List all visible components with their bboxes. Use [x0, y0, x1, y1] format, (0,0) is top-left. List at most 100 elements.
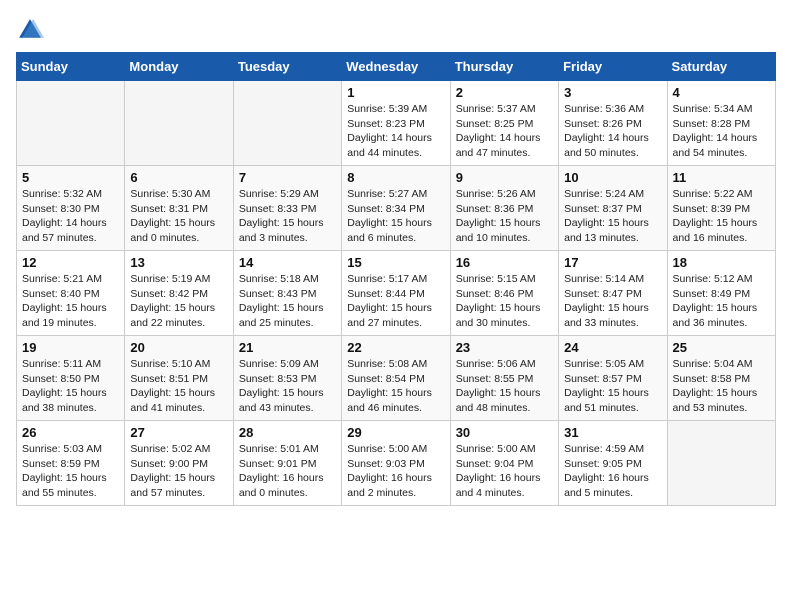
calendar: SundayMondayTuesdayWednesdayThursdayFrid…	[16, 52, 776, 506]
day-number: 13	[130, 255, 227, 270]
day-number: 12	[22, 255, 119, 270]
day-info: Sunrise: 5:37 AM Sunset: 8:25 PM Dayligh…	[456, 102, 553, 161]
week-row-1: 1 Sunrise: 5:39 AM Sunset: 8:23 PM Daylig…	[17, 81, 776, 166]
day-info: Sunrise: 5:24 AM Sunset: 8:37 PM Dayligh…	[564, 187, 661, 246]
day-cell: 1 Sunrise: 5:39 AM Sunset: 8:23 PM Daylig…	[342, 81, 450, 166]
day-cell	[125, 81, 233, 166]
day-number: 8	[347, 170, 444, 185]
day-number: 4	[673, 85, 770, 100]
day-number: 25	[673, 340, 770, 355]
day-cell: 9 Sunrise: 5:26 AM Sunset: 8:36 PM Daylig…	[450, 166, 558, 251]
day-number: 18	[673, 255, 770, 270]
day-number: 11	[673, 170, 770, 185]
day-number: 7	[239, 170, 336, 185]
day-info: Sunrise: 5:19 AM Sunset: 8:42 PM Dayligh…	[130, 272, 227, 331]
day-cell: 18 Sunrise: 5:12 AM Sunset: 8:49 PM Dayli…	[667, 251, 775, 336]
day-info: Sunrise: 5:03 AM Sunset: 8:59 PM Dayligh…	[22, 442, 119, 501]
day-info: Sunrise: 5:27 AM Sunset: 8:34 PM Dayligh…	[347, 187, 444, 246]
page-header	[16, 16, 776, 44]
day-number: 28	[239, 425, 336, 440]
day-cell: 6Sunrise: 5:30 AM Sunset: 8:31 PM Daylig…	[125, 166, 233, 251]
day-info: Sunrise: 5:04 AM Sunset: 8:58 PM Dayligh…	[673, 357, 770, 416]
day-info: Sunrise: 5:22 AM Sunset: 8:39 PM Dayligh…	[673, 187, 770, 246]
day-cell: 4 Sunrise: 5:34 AM Sunset: 8:28 PM Daylig…	[667, 81, 775, 166]
day-info: Sunrise: 5:12 AM Sunset: 8:49 PM Dayligh…	[673, 272, 770, 331]
weekday-header-tuesday: Tuesday	[233, 53, 341, 81]
day-cell: 5 Sunrise: 5:32 AM Sunset: 8:30 PM Daylig…	[17, 166, 125, 251]
day-cell: 20 Sunrise: 5:10 AM Sunset: 8:51 PM Dayli…	[125, 336, 233, 421]
day-info: Sunrise: 5:29 AM Sunset: 8:33 PM Dayligh…	[239, 187, 336, 246]
day-number: 2	[456, 85, 553, 100]
day-number: 21	[239, 340, 336, 355]
day-cell: 30 Sunrise: 5:00 AM Sunset: 9:04 PM Dayli…	[450, 421, 558, 506]
day-cell: 29 Sunrise: 5:00 AM Sunset: 9:03 PM Dayli…	[342, 421, 450, 506]
day-number: 29	[347, 425, 444, 440]
day-info: Sunrise: 5:39 AM Sunset: 8:23 PM Dayligh…	[347, 102, 444, 161]
day-number: 10	[564, 170, 661, 185]
day-cell	[233, 81, 341, 166]
day-cell: 14 Sunrise: 5:18 AM Sunset: 8:43 PM Dayli…	[233, 251, 341, 336]
day-number: 20	[130, 340, 227, 355]
day-cell: 16 Sunrise: 5:15 AM Sunset: 8:46 PM Dayli…	[450, 251, 558, 336]
day-cell: 25 Sunrise: 5:04 AM Sunset: 8:58 PM Dayli…	[667, 336, 775, 421]
day-cell: 15Sunrise: 5:17 AM Sunset: 8:44 PM Dayli…	[342, 251, 450, 336]
day-info: Sunrise: 5:10 AM Sunset: 8:51 PM Dayligh…	[130, 357, 227, 416]
day-number: 16	[456, 255, 553, 270]
day-info: Sunrise: 5:18 AM Sunset: 8:43 PM Dayligh…	[239, 272, 336, 331]
weekday-header-monday: Monday	[125, 53, 233, 81]
weekday-header-row: SundayMondayTuesdayWednesdayThursdayFrid…	[17, 53, 776, 81]
day-info: Sunrise: 5:21 AM Sunset: 8:40 PM Dayligh…	[22, 272, 119, 331]
day-cell: 21Sunrise: 5:09 AM Sunset: 8:53 PM Dayli…	[233, 336, 341, 421]
day-cell: 7 Sunrise: 5:29 AM Sunset: 8:33 PM Daylig…	[233, 166, 341, 251]
day-number: 23	[456, 340, 553, 355]
day-cell: 23 Sunrise: 5:06 AM Sunset: 8:55 PM Dayli…	[450, 336, 558, 421]
day-info: Sunrise: 5:15 AM Sunset: 8:46 PM Dayligh…	[456, 272, 553, 331]
day-cell: 8 Sunrise: 5:27 AM Sunset: 8:34 PM Daylig…	[342, 166, 450, 251]
day-cell: 12 Sunrise: 5:21 AM Sunset: 8:40 PM Dayli…	[17, 251, 125, 336]
day-info: Sunrise: 5:05 AM Sunset: 8:57 PM Dayligh…	[564, 357, 661, 416]
week-row-3: 12 Sunrise: 5:21 AM Sunset: 8:40 PM Dayli…	[17, 251, 776, 336]
day-number: 5	[22, 170, 119, 185]
day-number: 30	[456, 425, 553, 440]
day-number: 1	[347, 85, 444, 100]
day-info: Sunrise: 5:00 AM Sunset: 9:04 PM Dayligh…	[456, 442, 553, 501]
day-cell: 2 Sunrise: 5:37 AM Sunset: 8:25 PM Daylig…	[450, 81, 558, 166]
day-cell: 22 Sunrise: 5:08 AM Sunset: 8:54 PM Dayli…	[342, 336, 450, 421]
day-cell	[667, 421, 775, 506]
day-info: Sunrise: 5:06 AM Sunset: 8:55 PM Dayligh…	[456, 357, 553, 416]
day-cell: 3Sunrise: 5:36 AM Sunset: 8:26 PM Daylig…	[559, 81, 667, 166]
day-number: 9	[456, 170, 553, 185]
day-info: Sunrise: 5:34 AM Sunset: 8:28 PM Dayligh…	[673, 102, 770, 161]
weekday-header-saturday: Saturday	[667, 53, 775, 81]
day-cell: 26Sunrise: 5:03 AM Sunset: 8:59 PM Dayli…	[17, 421, 125, 506]
week-row-5: 26Sunrise: 5:03 AM Sunset: 8:59 PM Dayli…	[17, 421, 776, 506]
day-cell: 31Sunrise: 4:59 AM Sunset: 9:05 PM Dayli…	[559, 421, 667, 506]
weekday-header-wednesday: Wednesday	[342, 53, 450, 81]
day-cell: 10 Sunrise: 5:24 AM Sunset: 8:37 PM Dayli…	[559, 166, 667, 251]
day-info: Sunrise: 5:36 AM Sunset: 8:26 PM Dayligh…	[564, 102, 661, 161]
day-number: 27	[130, 425, 227, 440]
day-number: 22	[347, 340, 444, 355]
week-row-4: 19Sunrise: 5:11 AM Sunset: 8:50 PM Dayli…	[17, 336, 776, 421]
day-info: Sunrise: 5:11 AM Sunset: 8:50 PM Dayligh…	[22, 357, 119, 416]
day-info: Sunrise: 5:14 AM Sunset: 8:47 PM Dayligh…	[564, 272, 661, 331]
weekday-header-thursday: Thursday	[450, 53, 558, 81]
day-cell	[17, 81, 125, 166]
day-info: Sunrise: 4:59 AM Sunset: 9:05 PM Dayligh…	[564, 442, 661, 501]
day-number: 14	[239, 255, 336, 270]
day-cell: 11 Sunrise: 5:22 AM Sunset: 8:39 PM Dayli…	[667, 166, 775, 251]
day-info: Sunrise: 5:00 AM Sunset: 9:03 PM Dayligh…	[347, 442, 444, 501]
day-cell: 24Sunrise: 5:05 AM Sunset: 8:57 PM Dayli…	[559, 336, 667, 421]
day-cell: 28 Sunrise: 5:01 AM Sunset: 9:01 PM Dayli…	[233, 421, 341, 506]
day-info: Sunrise: 5:08 AM Sunset: 8:54 PM Dayligh…	[347, 357, 444, 416]
day-number: 15	[347, 255, 444, 270]
day-cell: 13 Sunrise: 5:19 AM Sunset: 8:42 PM Dayli…	[125, 251, 233, 336]
day-info: Sunrise: 5:26 AM Sunset: 8:36 PM Dayligh…	[456, 187, 553, 246]
day-number: 6	[130, 170, 227, 185]
day-cell: 17Sunrise: 5:14 AM Sunset: 8:47 PM Dayli…	[559, 251, 667, 336]
day-cell: 19Sunrise: 5:11 AM Sunset: 8:50 PM Dayli…	[17, 336, 125, 421]
day-info: Sunrise: 5:32 AM Sunset: 8:30 PM Dayligh…	[22, 187, 119, 246]
day-info: Sunrise: 5:02 AM Sunset: 9:00 PM Dayligh…	[130, 442, 227, 501]
weekday-header-friday: Friday	[559, 53, 667, 81]
day-info: Sunrise: 5:01 AM Sunset: 9:01 PM Dayligh…	[239, 442, 336, 501]
